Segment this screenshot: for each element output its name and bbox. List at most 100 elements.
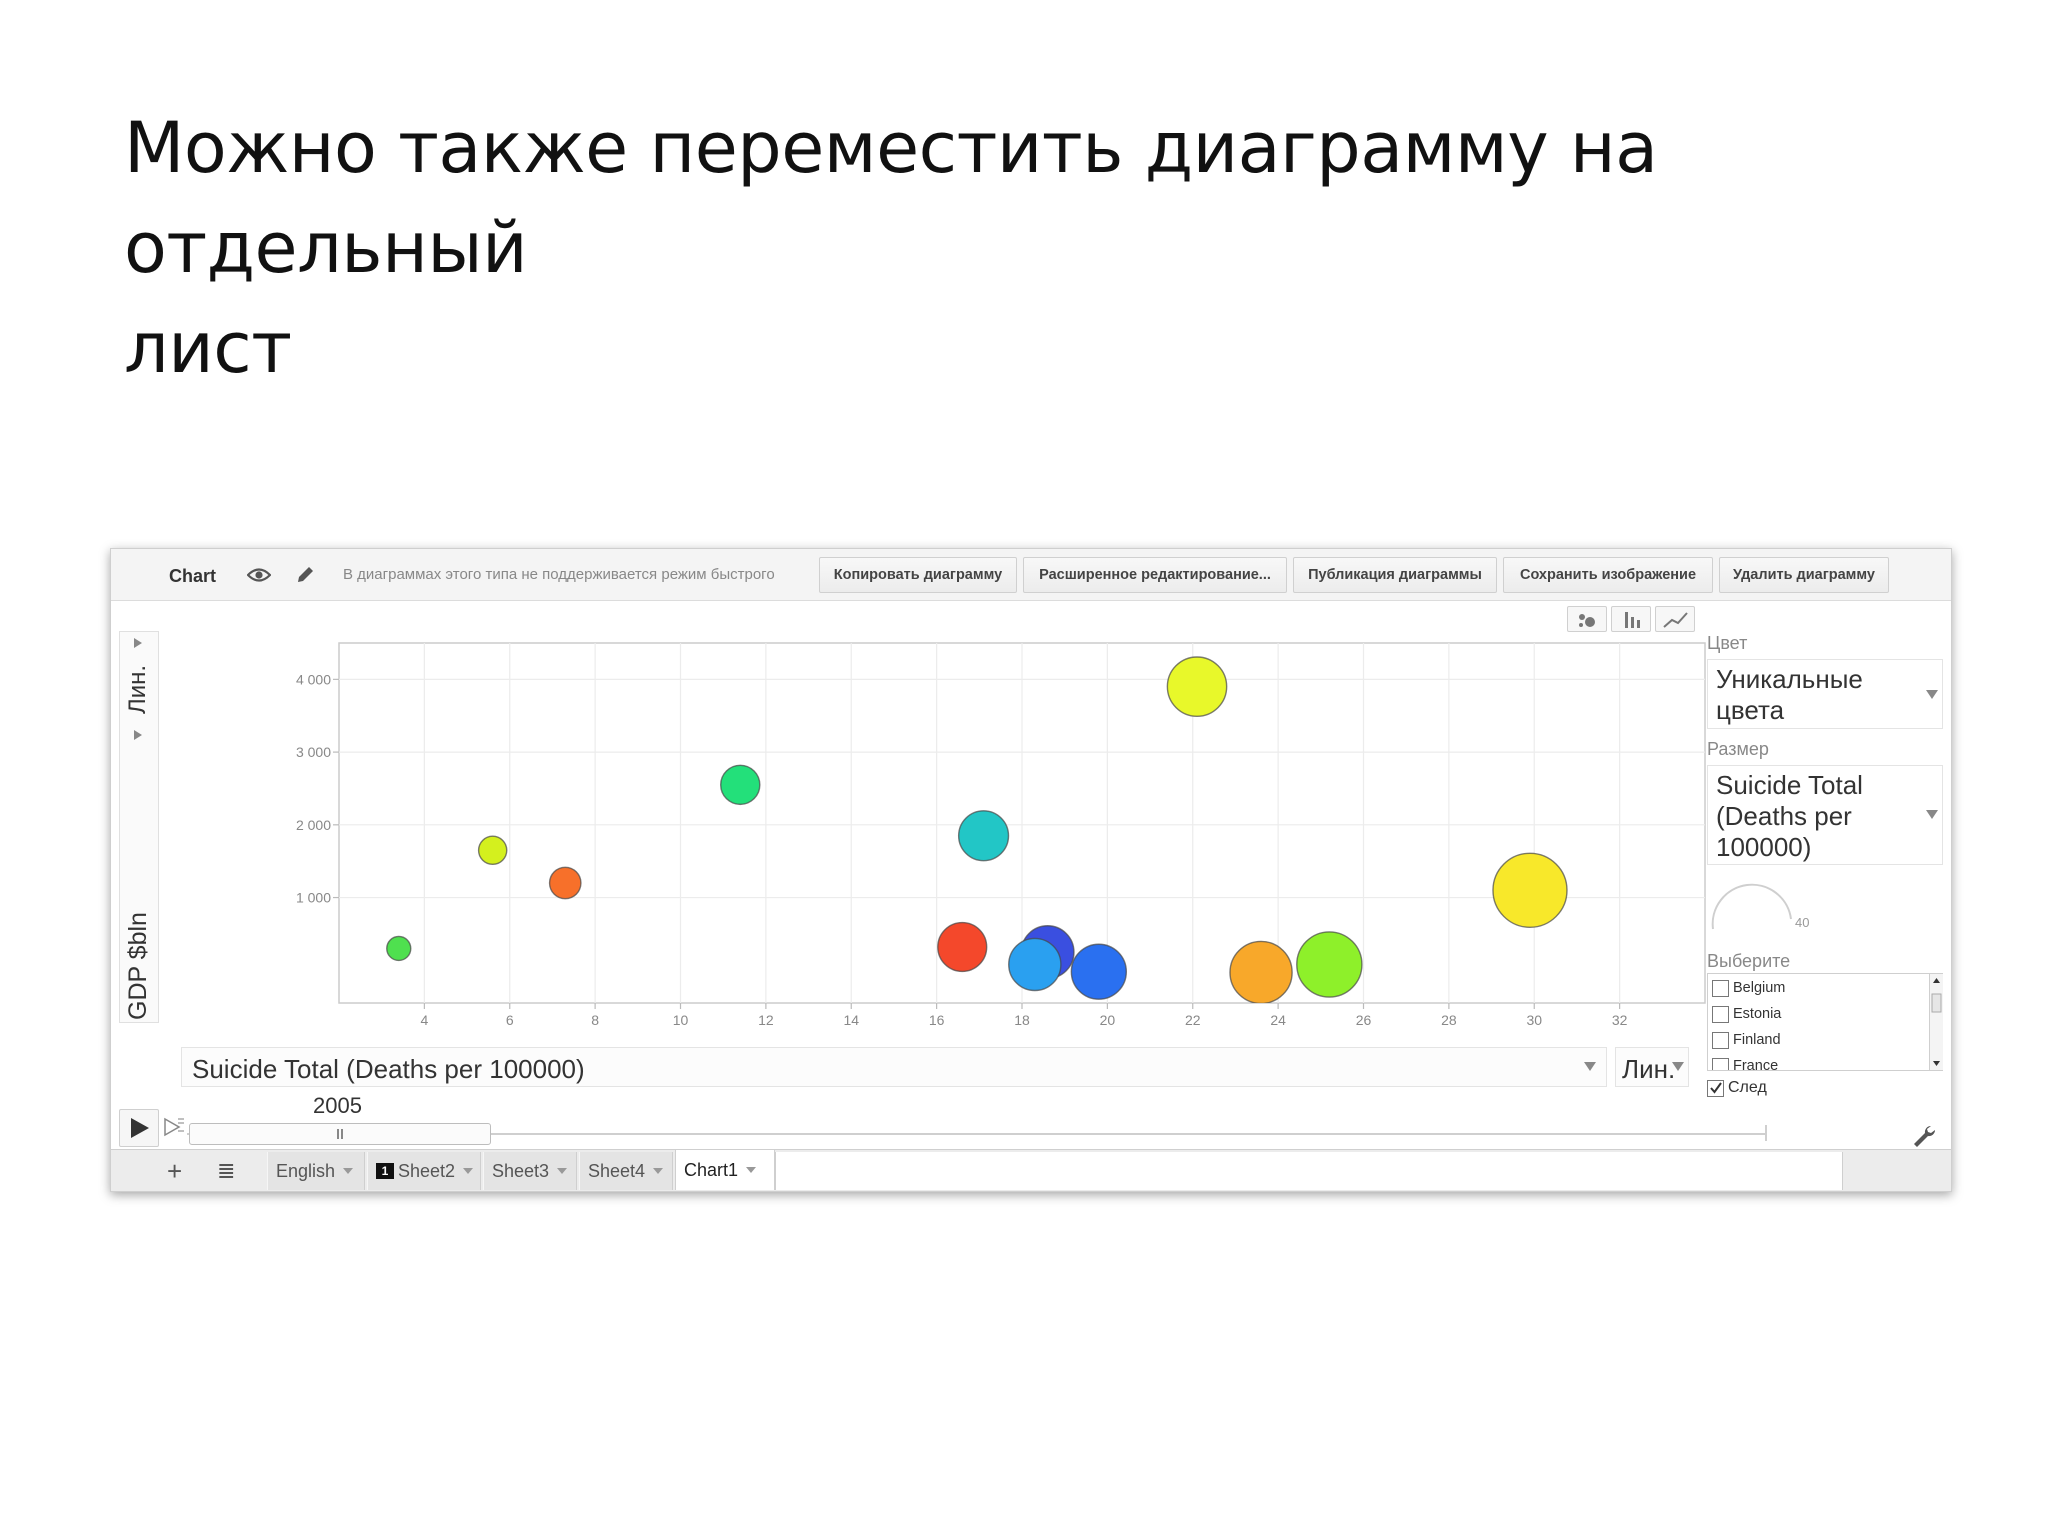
color-value: Уникальные цвета	[1716, 664, 1863, 725]
tab-english[interactable]: English	[267, 1152, 365, 1190]
x-tick-label: 18	[1014, 1012, 1030, 1028]
bubble-chart-plot[interactable]: 4 6 8 10 12 14 16 18 20 22 24 26 28 30 32 1 000 2 000 3 0…	[231, 629, 1813, 1043]
bubble[interactable]	[477, 835, 508, 866]
trails-label: След	[1728, 1079, 1767, 1096]
checkbox[interactable]	[1712, 1031, 1729, 1049]
list-item[interactable]: Finland	[1712, 1028, 1912, 1052]
eye-icon[interactable]	[241, 559, 277, 591]
bubble[interactable]	[1296, 931, 1363, 998]
chart-label: Chart	[169, 566, 217, 586]
checkbox[interactable]	[1712, 1057, 1729, 1070]
x-tick-label: 24	[1270, 1012, 1286, 1028]
x-scale-dropdown-icon[interactable]	[1672, 1062, 1684, 1071]
x-tick-label: 14	[843, 1012, 859, 1028]
chart-toolbar: Chart В диаграммах этого типа не поддерж…	[111, 549, 1951, 601]
size-dropdown-icon[interactable]	[1926, 810, 1938, 819]
timeline-slider-grip-icon[interactable]	[337, 1129, 343, 1139]
tab-dropdown-icon[interactable]	[746, 1167, 757, 1173]
pencil-icon[interactable]	[287, 559, 323, 591]
tab-dropdown-icon[interactable]	[343, 1168, 354, 1174]
delete-chart-button[interactable]: Удалить диаграмму	[1719, 557, 1889, 593]
scroll-up-icon	[1933, 978, 1940, 983]
advanced-edit-button[interactable]: Расширенное редактирование...	[1023, 557, 1287, 593]
play-button[interactable]	[119, 1109, 159, 1147]
bubble[interactable]	[957, 810, 1010, 862]
y-tick-label: 3 000	[296, 744, 331, 760]
y-tick-label: 2 000	[296, 817, 331, 833]
x-tick-label: 6	[506, 1012, 514, 1028]
bubble[interactable]	[1166, 656, 1228, 717]
tab-chart1[interactable]: Chart1	[675, 1150, 775, 1190]
list-scrollbar[interactable]	[1929, 974, 1943, 1070]
bubble[interactable]	[548, 866, 582, 900]
add-sheet-icon[interactable]: +	[167, 1156, 182, 1187]
trails-checkbox[interactable]	[1707, 1079, 1724, 1097]
x-tick-label: 4	[420, 1012, 428, 1028]
bubble[interactable]	[1229, 940, 1293, 1003]
sheet-tab-bar: + ≣ English 1 Sheet2 Sheet3 Sheet4 Chart…	[111, 1149, 1951, 1191]
trails-toggle[interactable]: След	[1707, 1077, 1767, 1099]
x-tick-label: 20	[1100, 1012, 1116, 1028]
wrench-icon[interactable]	[1911, 1123, 1937, 1149]
y-axis-selector[interactable]: Лин. GDP $bln	[119, 631, 159, 1023]
check-icon	[1709, 1082, 1722, 1094]
select-label: Выберите	[1707, 951, 1791, 971]
x-axis-dropdown-icon[interactable]	[1584, 1062, 1596, 1071]
x-tick-label: 30	[1526, 1012, 1542, 1028]
checkbox[interactable]	[1712, 979, 1729, 997]
publish-chart-button[interactable]: Публикация диаграммы	[1293, 557, 1497, 593]
tab-dropdown-icon[interactable]	[463, 1168, 474, 1174]
x-scale-label: Лин.	[1622, 1054, 1676, 1084]
x-tick-label: 16	[929, 1012, 945, 1028]
x-tick-label: 28	[1441, 1012, 1457, 1028]
x-tick-label: 10	[673, 1012, 689, 1028]
y-tick-label: 4 000	[296, 671, 331, 687]
bubble[interactable]	[937, 921, 988, 973]
color-dropdown-icon[interactable]	[1926, 690, 1938, 699]
tab-dropdown-icon[interactable]	[557, 1168, 568, 1174]
x-scale-selector[interactable]: Лин.	[1615, 1047, 1689, 1087]
bubble[interactable]	[1008, 937, 1062, 992]
x-axis-selector[interactable]: Suicide Total (Deaths per 100000)	[181, 1047, 1607, 1087]
checkbox[interactable]	[1712, 1005, 1729, 1023]
sheet-badge: 1	[376, 1163, 394, 1179]
tab-sheet3[interactable]: Sheet3	[483, 1152, 577, 1190]
copy-chart-button[interactable]: Копировать диаграмму	[819, 557, 1017, 593]
list-item[interactable]: Belgium	[1712, 976, 1912, 1000]
y-axis-dropdown-icon[interactable]	[134, 730, 142, 740]
size-gauge-icon	[1711, 883, 1792, 930]
spreadsheet-chart-window: Chart В диаграммах этого типа не поддерж…	[110, 548, 1952, 1192]
slide-title-line-2: лист	[124, 307, 292, 389]
bubble[interactable]	[1070, 943, 1128, 1000]
tab-dropdown-icon[interactable]	[653, 1168, 664, 1174]
speed-control-icon[interactable]	[163, 1115, 185, 1139]
size-label: Размер	[1707, 739, 1769, 759]
sheet-tab-bar-fill	[775, 1152, 1843, 1190]
x-tick-label: 32	[1612, 1012, 1628, 1028]
tab-sheet2[interactable]: 1 Sheet2	[367, 1152, 481, 1190]
y-axis-label[interactable]: GDP $bln	[124, 912, 153, 1020]
quick-edit-notice: В диаграммах этого типа не поддерживаетс…	[343, 566, 775, 583]
save-image-button[interactable]: Сохранить изображение	[1503, 557, 1713, 593]
size-gauge-value: 40	[1795, 915, 1810, 930]
sheet-list-icon[interactable]: ≣	[217, 1158, 235, 1184]
bubble[interactable]	[1492, 852, 1568, 928]
y-scale-label[interactable]: Лин.	[124, 665, 152, 714]
color-label: Цвет	[1707, 633, 1748, 653]
tab-sheet4[interactable]: Sheet4	[579, 1152, 673, 1190]
x-tick-label: 8	[591, 1012, 599, 1028]
bubble[interactable]	[386, 935, 412, 962]
bubble[interactable]	[720, 764, 761, 806]
size-selector[interactable]: Suicide Total (Deaths per 100000)	[1707, 765, 1943, 865]
color-selector[interactable]: Уникальные цвета	[1707, 659, 1943, 729]
list-item[interactable]: France	[1712, 1054, 1912, 1070]
slide-title: Можно также переместить диаграмму на отд…	[124, 98, 1964, 398]
list-item[interactable]: Estonia	[1712, 1002, 1912, 1026]
country-list[interactable]: Belgium Estonia Finland France	[1707, 973, 1943, 1071]
y-scale-arrow-icon[interactable]	[134, 638, 142, 648]
current-year-label: 2005	[313, 1093, 362, 1118]
x-tick-label: 12	[758, 1012, 774, 1028]
y-tick-label: 1 000	[296, 890, 331, 906]
x-tick-label: 22	[1185, 1012, 1201, 1028]
timeline-end-marker	[1765, 1125, 1767, 1141]
